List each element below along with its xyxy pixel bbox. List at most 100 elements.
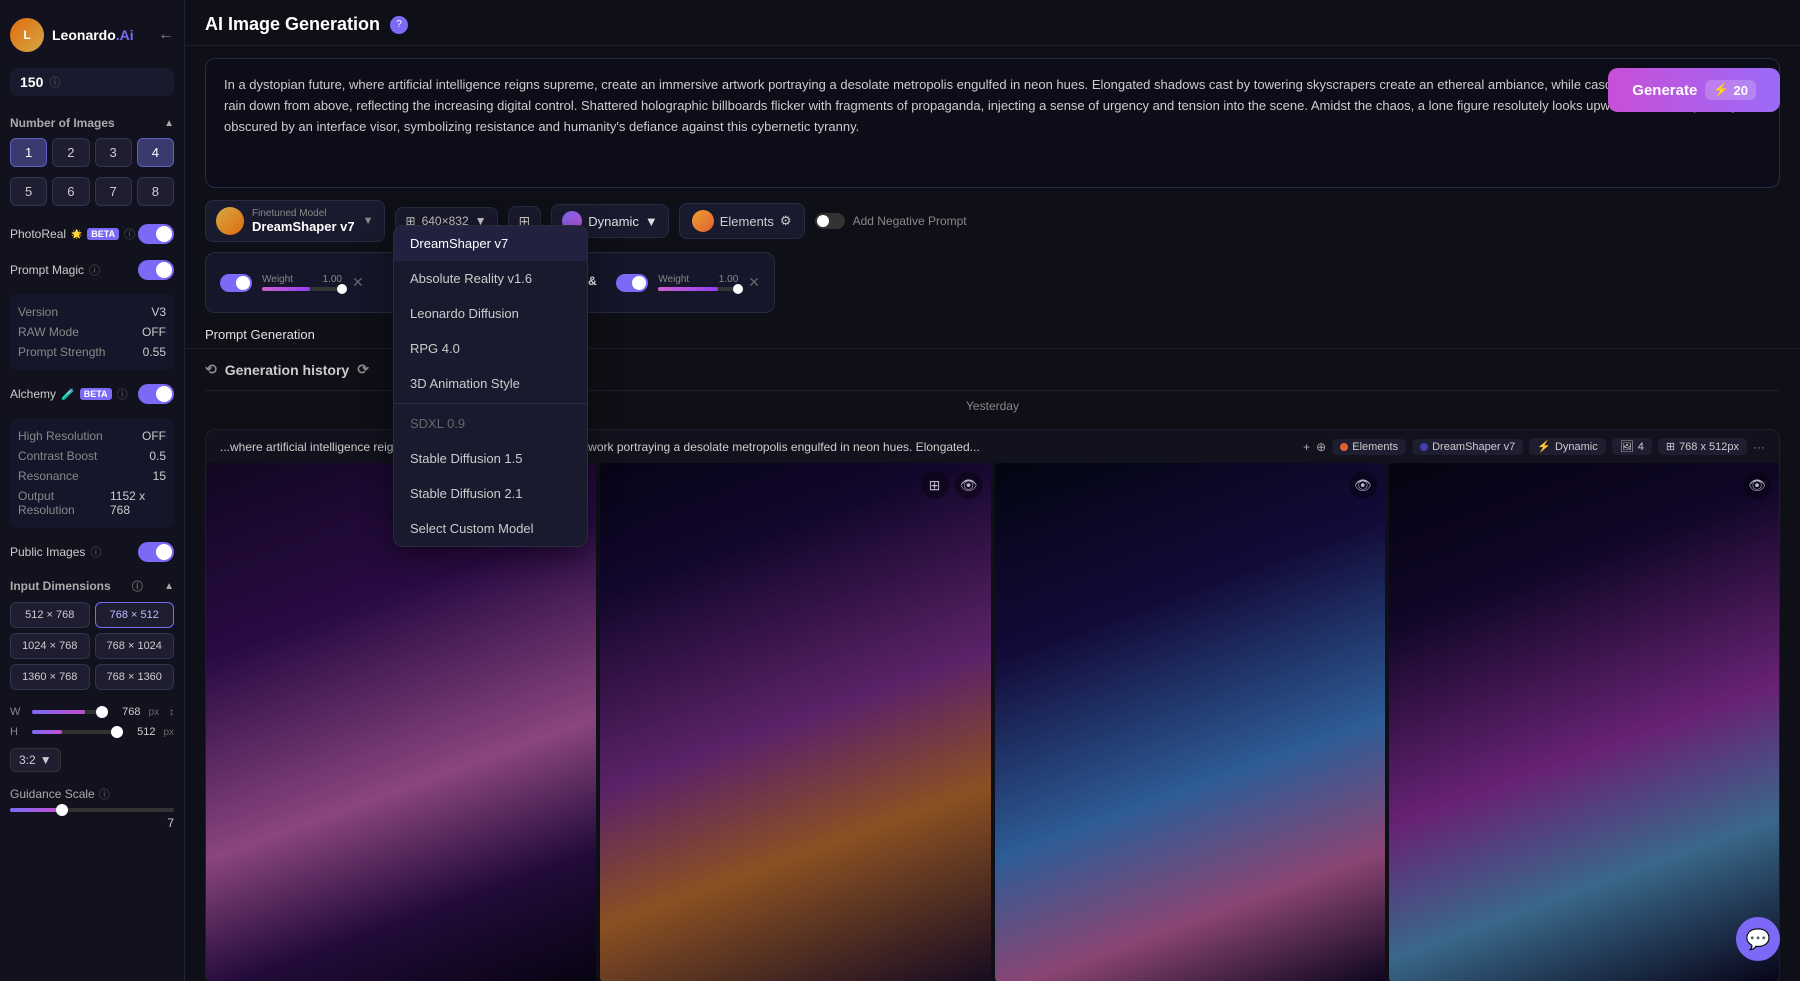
width-slider-row: W 768 px ↕ xyxy=(10,706,174,718)
view-icon-2[interactable]: 👁 xyxy=(955,471,983,499)
dim-768x1024[interactable]: 768 × 1024 xyxy=(95,633,175,659)
weight-section-0: Weight 1.00 xyxy=(262,274,342,291)
more-options-icon[interactable]: ··· xyxy=(1753,440,1765,454)
dim-768x1360[interactable]: 768 × 1360 xyxy=(95,664,175,690)
dropdown-item-custom[interactable]: Select Custom Model xyxy=(394,511,587,546)
prompt-gen-label: Prompt Generation xyxy=(205,327,315,342)
view-icon-3[interactable]: 👁 xyxy=(1349,471,1377,499)
height-slider[interactable] xyxy=(32,730,117,734)
chat-bubble[interactable]: 💬 xyxy=(1736,917,1780,961)
num-images-section-label: Number of Images ▲ xyxy=(10,116,174,130)
num-btn-5[interactable]: 5 xyxy=(10,177,47,206)
num-btn-8[interactable]: 8 xyxy=(137,177,174,206)
elements-label: Elements xyxy=(720,214,774,229)
height-label: H xyxy=(10,726,24,738)
generate-button[interactable]: Generate ⚡ 20 xyxy=(1608,68,1780,112)
dropdown-item-sdxl[interactable]: SDXL 0.9 xyxy=(394,406,587,441)
public-images-toggle-row: Public Images ⓘ xyxy=(10,542,174,562)
main-header: AI Image Generation ? xyxy=(185,0,1800,46)
contrast-val: 0.5 xyxy=(149,449,166,463)
token-info-icon[interactable]: ⓘ xyxy=(49,74,60,90)
dimensions-info-icon[interactable]: ⓘ xyxy=(132,578,143,594)
num-btn-3[interactable]: 3 xyxy=(95,138,132,167)
elements-gear-icon: ⚙ xyxy=(780,213,792,229)
generate-label: Generate xyxy=(1632,82,1697,99)
alchemy-params: High Resolution OFF Contrast Boost 0.5 R… xyxy=(10,418,174,528)
photoreal-toggle-row: PhotoReal 🌟 BETA ⓘ xyxy=(10,224,174,244)
model-info: Finetuned Model DreamShaper v7 xyxy=(252,208,355,234)
view-icon-4[interactable]: 👁 xyxy=(1743,471,1771,499)
prompt-area[interactable]: In a dystopian future, where artificial … xyxy=(205,58,1780,188)
prompt-magic-toggle[interactable] xyxy=(138,260,174,280)
output-res-val: 1152 x 768 xyxy=(110,489,166,517)
prompt-magic-toggle-row: Prompt Magic ⓘ xyxy=(10,260,174,280)
output-res-row: Output Resolution 1152 x 768 xyxy=(18,486,166,520)
guidance-slider[interactable] xyxy=(10,808,174,812)
sidebar: L Leonardo.Ai ← 150 ⓘ Number of Images ▲… xyxy=(0,0,185,981)
model-name: DreamShaper v7 xyxy=(252,219,355,234)
token-count: 150 xyxy=(20,74,43,90)
style-badge: ⚡ Dynamic xyxy=(1529,438,1606,455)
dimensions-chevron: ▲ xyxy=(164,581,174,592)
element-toggle-0[interactable] xyxy=(220,274,252,292)
version-val: V3 xyxy=(151,305,166,319)
dropdown-item-sd21[interactable]: Stable Diffusion 2.1 xyxy=(394,476,587,511)
back-button[interactable]: ← xyxy=(158,26,174,44)
alchemy-toggle-row: Alchemy 🧪 BETA ⓘ xyxy=(10,384,174,404)
remix-icon[interactable]: ⊞ xyxy=(921,471,949,499)
weight-track-1[interactable] xyxy=(658,287,738,291)
dropdown-item-dreamshaper[interactable]: DreamShaper v7 xyxy=(394,226,587,261)
public-images-toggle[interactable] xyxy=(138,542,174,562)
public-images-info-icon[interactable]: ⓘ xyxy=(90,544,101,560)
guidance-val: 7 xyxy=(167,816,174,830)
alchemy-info-icon[interactable]: ⓘ xyxy=(117,386,128,402)
dropdown-item-sd15[interactable]: Stable Diffusion 1.5 xyxy=(394,441,587,476)
prompt-magic-info-icon[interactable]: ⓘ xyxy=(89,262,100,278)
num-btn-7[interactable]: 7 xyxy=(95,177,132,206)
width-slider[interactable] xyxy=(32,710,102,714)
dim-1024x768[interactable]: 1024 × 768 xyxy=(10,633,90,659)
version-row: Version V3 xyxy=(18,302,166,322)
ratio-select[interactable]: 3:2 ▼ xyxy=(10,748,61,772)
guidance-info-icon[interactable]: ⓘ xyxy=(99,786,110,802)
height-unit: px xyxy=(163,727,174,738)
element-close-1[interactable]: ✕ xyxy=(748,274,760,291)
add-to-collection-icon[interactable]: + xyxy=(1303,440,1310,454)
num-btn-6[interactable]: 6 xyxy=(52,177,89,206)
elements-button[interactable]: Elements ⚙ xyxy=(679,203,805,239)
gen-entry-1-badges: + ⊕ Elements DreamShaper v7 ⚡ Dynamic xyxy=(1303,438,1765,455)
photoreal-toggle[interactable] xyxy=(138,224,174,244)
weight-track-0[interactable] xyxy=(262,287,342,291)
image-cell-1-3[interactable]: 👁 xyxy=(995,463,1385,981)
logo-avatar: L xyxy=(10,18,44,52)
header-info-icon[interactable]: ? xyxy=(390,16,408,34)
input-dimensions-label: Input Dimensions ⓘ ▲ xyxy=(10,578,174,594)
dropdown-item-rpg[interactable]: RPG 4.0 xyxy=(394,331,587,366)
num-btn-4[interactable]: 4 xyxy=(137,138,174,167)
weight-label-0: Weight 1.00 xyxy=(262,274,342,285)
image-cell-1-2[interactable]: ⊞ 👁 xyxy=(600,463,990,981)
dim-512x768[interactable]: 512 × 768 xyxy=(10,602,90,628)
model-chevron-icon: ▼ xyxy=(363,215,374,227)
dimensions-grid: 512 × 768 768 × 512 1024 × 768 768 × 102… xyxy=(10,602,174,690)
photoreal-info-icon[interactable]: ⓘ xyxy=(124,226,135,242)
gen-entry-1-text: ...where artificial intelligence reigns … xyxy=(220,440,1295,454)
copy-icon[interactable]: ⊕ xyxy=(1316,440,1326,454)
num-btn-2[interactable]: 2 xyxy=(52,138,89,167)
model-tag: Finetuned Model xyxy=(252,208,355,219)
alchemy-toggle[interactable] xyxy=(138,384,174,404)
page-title: AI Image Generation xyxy=(205,14,380,35)
neg-prompt-toggle[interactable] xyxy=(815,213,845,229)
image-cell-1-4[interactable]: 👁 xyxy=(1389,463,1779,981)
dropdown-item-leonardo[interactable]: Leonardo Diffusion xyxy=(394,296,587,331)
dim-768x512[interactable]: 768 × 512 xyxy=(95,602,175,628)
model-selector[interactable]: Finetuned Model DreamShaper v7 ▼ xyxy=(205,200,385,242)
dropdown-item-3d[interactable]: 3D Animation Style xyxy=(394,366,587,401)
dropdown-item-absolute[interactable]: Absolute Reality v1.6 xyxy=(394,261,587,296)
element-close-0[interactable]: ✕ xyxy=(352,274,364,291)
dim-1360x768[interactable]: 1360 × 768 xyxy=(10,664,90,690)
num-btn-1[interactable]: 1 xyxy=(10,138,47,167)
style-name: Dynamic xyxy=(588,214,639,229)
element-toggle-1[interactable] xyxy=(616,274,648,292)
ratio-chevron: ▼ xyxy=(40,753,52,767)
